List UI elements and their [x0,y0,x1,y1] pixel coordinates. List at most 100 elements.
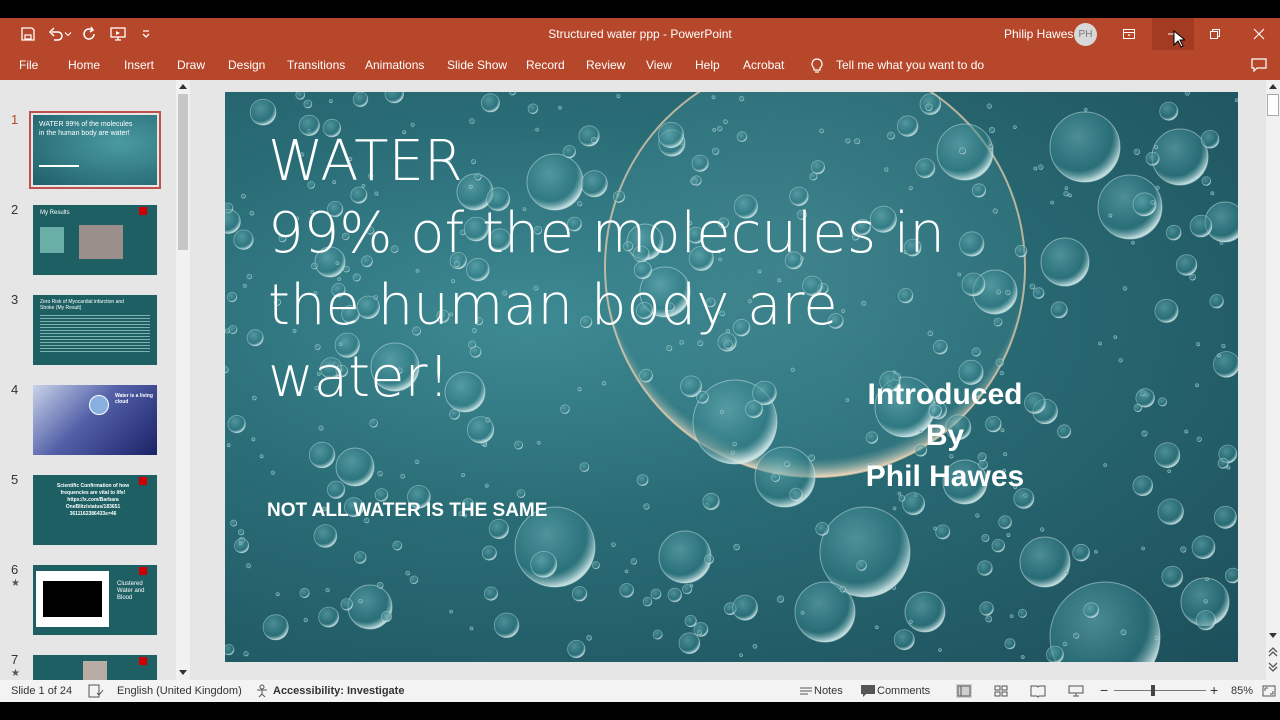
tab-draw[interactable]: Draw [177,58,205,72]
notes-button[interactable]: Notes [814,685,843,697]
slide-scrollbar[interactable] [1266,80,1280,680]
bubble [318,425,324,431]
scroll-thumb[interactable] [1267,94,1279,116]
restore-button[interactable] [1194,18,1236,50]
slide-subtitle[interactable]: NOT ALL WATER IS THE SAME [267,500,547,522]
slide-title[interactable]: WATER 99% of the molecules in the human … [268,126,945,414]
bubble [409,575,419,585]
close-button[interactable] [1238,18,1280,50]
slide-thumbnail-5[interactable]: Scientific Confirmation of how frequenci… [33,475,157,545]
tab-help[interactable]: Help [695,58,720,72]
tab-animations[interactable]: Animations [365,58,424,72]
close-icon [1253,28,1265,40]
bubble [405,570,411,576]
bubble [228,325,238,335]
thumbnail-scrollbar[interactable] [176,80,190,680]
bubble [1155,185,1160,190]
bubble [1167,469,1171,474]
spelling-check-icon[interactable] [88,684,104,698]
bubble [610,542,616,548]
slide-thumbnail-2[interactable]: My Results [33,205,157,275]
comment-icon[interactable] [860,684,876,698]
slide-thumbnail-6[interactable]: Clustered Water and Blood [33,565,157,635]
tab-view[interactable]: View [646,58,672,72]
bubble [1217,457,1229,469]
tab-acrobat[interactable]: Acrobat [743,58,784,72]
slide-thumbnail-4[interactable]: Water is a living cloud [33,385,157,455]
accessibility-icon[interactable] [255,684,271,698]
scroll-up-icon[interactable] [179,83,187,89]
bubble [752,643,758,649]
bubble [354,551,367,564]
bubble [1049,111,1121,183]
accessibility-status[interactable]: Accessibility: Investigate [273,685,404,697]
slide-show-view-icon[interactable] [1068,684,1084,698]
next-slide-icon[interactable] [1268,662,1278,672]
lightbulb-icon[interactable] [810,58,824,74]
scroll-thumb[interactable] [178,94,188,250]
bubble [1191,535,1216,560]
bubble [839,585,847,593]
bubble [733,543,740,551]
bubble [1009,614,1014,618]
tab-design[interactable]: Design [228,58,265,72]
tab-slide-show[interactable]: Slide Show [447,58,507,72]
tab-file[interactable]: File [19,58,38,72]
bubble [1141,546,1145,551]
reading-view-icon[interactable] [1030,684,1046,698]
zoom-slider-handle[interactable] [1150,685,1155,696]
slide-number: 1 [11,112,19,127]
bubble [1118,358,1123,363]
bubble [904,591,946,633]
bubble [1209,294,1224,309]
bubble [958,147,967,155]
comments-button[interactable]: Comments [877,685,930,697]
scroll-down-icon[interactable] [179,670,187,676]
title-line-2: the human body are [268,273,838,338]
bubble [702,492,720,511]
zoom-level[interactable]: 85% [1231,685,1253,697]
bubble [251,437,256,442]
previous-slide-icon[interactable] [1268,647,1278,657]
language-indicator[interactable]: English (United Kingdom) [117,685,242,697]
slide-sorter-icon[interactable] [993,684,1009,698]
user-name[interactable]: Philip Hawes [1004,27,1073,41]
thumb-text: Clustered Water and Blood [117,581,145,601]
bubble [1135,388,1155,408]
bubble [1122,286,1128,291]
bubble [1224,567,1238,584]
tab-home[interactable]: Home [68,58,100,72]
bubble [1151,128,1209,186]
tab-transitions[interactable]: Transitions [287,58,345,72]
tab-review[interactable]: Review [586,58,625,72]
fit-to-window-icon[interactable] [1261,684,1277,698]
bubble [988,143,994,150]
zoom-in-button[interactable]: + [1210,682,1218,698]
scroll-down-icon[interactable] [1269,633,1277,639]
slide-thumbnail-1[interactable]: WATER 99% of the molecules in the human … [29,111,161,189]
tab-record[interactable]: Record [526,58,565,72]
bubble [800,610,805,615]
normal-view-icon[interactable] [956,684,972,698]
bubble [1040,237,1090,287]
thumb-text: WATER 99% of the molecules in the human … [39,121,133,137]
bubble [642,596,653,607]
bubble [313,524,338,548]
thumb-text: Zero Risk of Myocardial infarction and S… [40,299,124,311]
ribbon-display-options-icon[interactable] [1108,18,1150,50]
zoom-out-button[interactable]: − [1100,682,1108,698]
bubble [1145,151,1160,166]
slide-thumbnail-3[interactable]: Zero Risk of Myocardial infarction and S… [33,295,157,365]
bubble [1032,287,1045,299]
tab-insert[interactable]: Insert [124,58,154,72]
avatar[interactable]: PH [1074,23,1097,46]
bubble [689,583,694,588]
slide-canvas[interactable]: WATER 99% of the molecules in the human … [225,92,1238,662]
zoom-slider[interactable] [1114,685,1206,696]
tell-me-search[interactable]: Tell me what you want to do [836,58,984,72]
comments-panel-icon[interactable] [1251,58,1267,73]
scroll-up-icon[interactable] [1269,83,1277,89]
slide-thumbnail-7[interactable] [33,655,157,680]
notes-icon[interactable] [798,684,814,698]
introduced-by-text[interactable]: Introduced By Phil Hawes [845,374,1045,497]
